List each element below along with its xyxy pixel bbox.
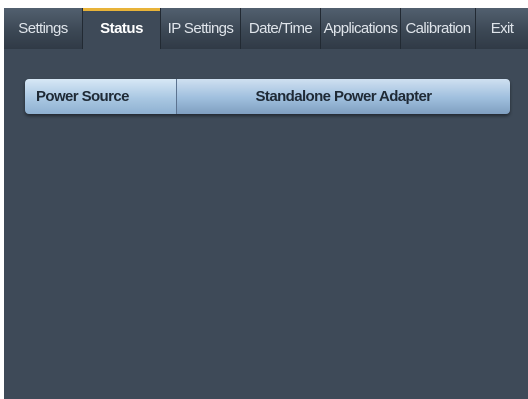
power-source-row: Power Source Standalone Power Adapter xyxy=(25,79,510,114)
power-source-label: Power Source xyxy=(25,79,177,114)
tab-ip-settings[interactable]: IP Settings xyxy=(161,8,241,49)
tab-calibration[interactable]: Calibration xyxy=(401,8,476,49)
tab-date-time[interactable]: Date/Time xyxy=(241,8,321,49)
status-window: Settings Status IP Settings Date/Time Ap… xyxy=(4,8,528,399)
tab-applications[interactable]: Applications xyxy=(321,8,401,49)
tab-status[interactable]: Status xyxy=(83,8,161,49)
tab-exit[interactable]: Exit xyxy=(476,8,528,49)
tab-settings[interactable]: Settings xyxy=(4,8,83,49)
power-source-value: Standalone Power Adapter xyxy=(177,79,510,114)
tab-bar: Settings Status IP Settings Date/Time Ap… xyxy=(4,8,528,49)
